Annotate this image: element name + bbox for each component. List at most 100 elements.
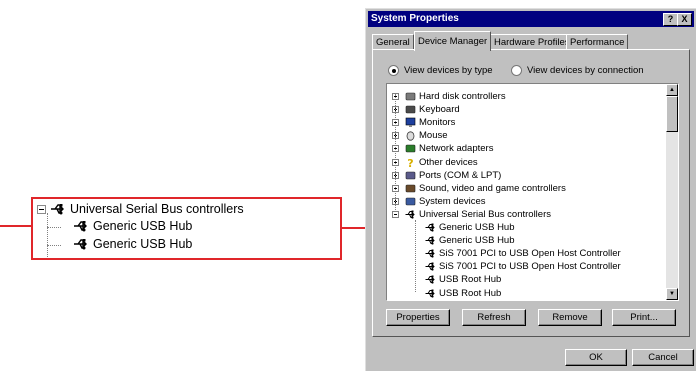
print-button[interactable]: Print... (612, 309, 676, 326)
monitor-icon (405, 117, 416, 128)
callout-usb-controllers-row: Universal Serial Bus controllers (37, 202, 244, 216)
usb-icon (425, 275, 435, 284)
print-button-label: Print... (630, 312, 658, 323)
tab-hardware-profiles[interactable]: Hardware Profiles (490, 34, 574, 50)
tab-general[interactable]: General (372, 34, 414, 50)
svg-text:?: ? (407, 157, 413, 168)
tree-device-row[interactable]: USB Root Hub (425, 273, 501, 286)
network-icon (405, 145, 416, 153)
remove-button-label: Remove (552, 312, 588, 323)
tree-category-row[interactable]: Ports (COM & LPT) (392, 169, 502, 182)
tree-line (415, 219, 416, 293)
tree-category-label: Sound, video and game controllers (419, 182, 566, 194)
view-by-connection-label: View devices by connection (527, 65, 644, 76)
callout-generic-usb-hub-row: Generic USB Hub (73, 219, 192, 233)
tree-category-label: Universal Serial Bus controllers (419, 208, 551, 220)
usb-icon (425, 236, 435, 245)
sound-icon (405, 184, 416, 192)
tree-category-label: Monitors (419, 117, 456, 129)
usb-icon (73, 237, 89, 251)
tree-line (47, 227, 61, 228)
collapse-icon[interactable] (392, 210, 399, 218)
usb-icon (405, 210, 415, 219)
tree-category-row[interactable]: Keyboard (392, 103, 460, 116)
tree-category-row[interactable]: Sound, video and game controllers (392, 182, 566, 195)
tree-category-row[interactable]: ? Other devices (392, 156, 478, 169)
tab-device-manager[interactable]: Device Manager (414, 31, 492, 51)
ok-button-label: OK (589, 352, 603, 363)
callout-generic-usb-hub-label: Generic USB Hub (93, 237, 193, 251)
tree-category-row[interactable]: System devices (392, 195, 486, 208)
tree-device-row[interactable]: Generic USB Hub (425, 234, 515, 247)
tree-category-label: Ports (COM & LPT) (419, 169, 502, 181)
ok-button[interactable]: OK (565, 349, 627, 366)
dialog-titlebar[interactable]: System Properties ? X (368, 11, 694, 27)
view-by-connection-radio-row[interactable]: View devices by connection (511, 65, 644, 76)
usb-icon (73, 219, 89, 233)
tree-line (47, 213, 48, 258)
tab-device-manager-label: Device Manager (418, 36, 488, 47)
usb-icon (425, 223, 435, 232)
tree-device-row[interactable]: Generic USB Hub (425, 221, 515, 234)
cancel-button[interactable]: Cancel (632, 349, 694, 366)
device-tree-scrollbar[interactable]: ▲ ▼ (666, 84, 678, 300)
usb-icon (425, 289, 435, 298)
tree-category-label: Mouse (419, 130, 448, 142)
disk-icon (405, 92, 416, 101)
tree-device-label: USB Root Hub (439, 287, 502, 299)
properties-button[interactable]: Properties (386, 309, 450, 326)
tab-general-label: General (376, 37, 410, 48)
tree-device-label: SiS 7001 PCI to USB Open Host Controller (439, 261, 621, 273)
scroll-thumb[interactable] (666, 96, 678, 132)
tree-category-row[interactable]: Universal Serial Bus controllers (392, 208, 551, 221)
dialog-title: System Properties (371, 13, 459, 24)
view-by-type-radio-row[interactable]: View devices by type (388, 65, 493, 76)
callout-generic-usb-hub-row: Generic USB Hub (73, 237, 192, 251)
close-button[interactable]: X (677, 13, 692, 26)
tree-category-row[interactable]: Mouse (392, 129, 448, 142)
collapse-icon (37, 204, 46, 214)
view-by-type-radio[interactable] (388, 65, 399, 76)
callout-zoom-box: Universal Serial Bus controllers Generic… (31, 197, 342, 260)
tree-category-row[interactable]: Hard disk controllers (392, 90, 506, 103)
tree-category-row[interactable]: Monitors (392, 116, 456, 129)
tab-hardware-profiles-label: Hardware Profiles (494, 37, 570, 48)
tree-category-label: System devices (419, 195, 486, 207)
remove-button[interactable]: Remove (538, 309, 602, 326)
system-icon (405, 197, 416, 206)
tree-device-label: Generic USB Hub (439, 235, 515, 247)
tree-line (395, 94, 396, 212)
scroll-down-button[interactable]: ▼ (666, 288, 678, 300)
refresh-button[interactable]: Refresh (462, 309, 526, 326)
tree-category-label: Keyboard (419, 104, 460, 116)
tree-device-row[interactable]: SiS 7001 PCI to USB Open Host Controller (425, 260, 621, 273)
tree-category-row[interactable]: Network adapters (392, 142, 494, 155)
help-button[interactable]: ? (663, 13, 678, 26)
tree-category-label: Network adapters (419, 143, 494, 155)
tree-device-row[interactable]: SiS 7001 PCI to USB Open Host Controller (425, 247, 621, 260)
usb-icon (425, 249, 435, 258)
tree-category-label: Hard disk controllers (419, 91, 506, 102)
usb-icon (50, 202, 66, 216)
keyboard-icon (405, 105, 416, 114)
properties-button-label: Properties (396, 312, 440, 323)
tree-device-label: USB Root Hub (439, 274, 502, 286)
question-icon: ? (407, 157, 413, 168)
refresh-button-label: Refresh (477, 312, 511, 323)
usb-icon (425, 262, 435, 271)
tree-category-label: Other devices (419, 156, 478, 168)
system-properties-dialog: System Properties ? X General Device Man… (365, 8, 696, 371)
tree-line (47, 245, 61, 246)
view-by-type-label: View devices by type (404, 65, 493, 76)
tab-performance-label: Performance (570, 37, 625, 48)
cancel-button-label: Cancel (648, 352, 678, 363)
callout-usb-controllers-label: Universal Serial Bus controllers (70, 202, 244, 216)
view-by-connection-radio[interactable] (511, 65, 522, 76)
tree-device-row[interactable]: USB Root Hub (425, 287, 501, 300)
device-tree-listbox[interactable]: Hard disk controllers Keyboard Monitors Mou… (386, 83, 679, 301)
tree-device-label: Generic USB Hub (439, 222, 515, 233)
tab-performance[interactable]: Performance (566, 34, 629, 50)
scroll-up-button[interactable]: ▲ (666, 84, 678, 96)
tree-device-label: SiS 7001 PCI to USB Open Host Controller (439, 248, 621, 260)
mouse-icon (406, 131, 415, 141)
